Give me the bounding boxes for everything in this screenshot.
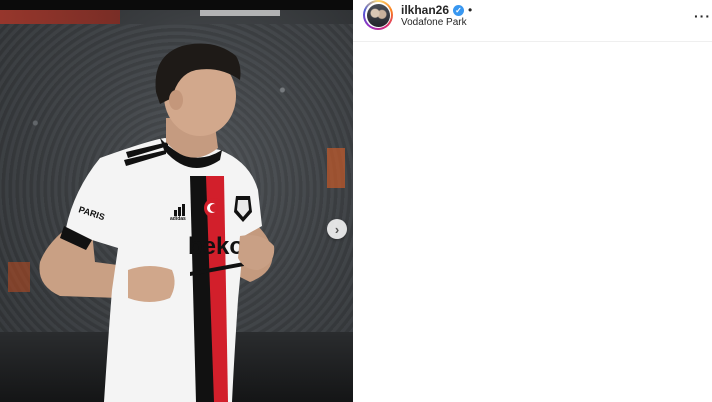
post-media: beko adidas PARIS › xyxy=(0,0,353,402)
more-options-icon[interactable]: ··· xyxy=(694,8,711,24)
player-photo: beko adidas PARIS xyxy=(39,43,275,402)
avatar xyxy=(366,3,390,27)
separator-dot: • xyxy=(468,3,473,17)
avatar-frame xyxy=(365,2,391,28)
username-row: ilkhan26 ✓ • xyxy=(401,3,472,17)
next-photo-button[interactable]: › xyxy=(327,219,347,239)
player-hand-left xyxy=(128,266,175,302)
location-link[interactable]: Vodafone Park xyxy=(401,17,467,28)
verified-badge-icon: ✓ xyxy=(453,4,465,16)
jersey-brand: adidas xyxy=(170,216,186,222)
post-info-panel: ilkhan26 ✓ • Vodafone Park ··· xyxy=(353,0,712,402)
post-header: ilkhan26 ✓ • Vodafone Park ··· xyxy=(353,0,712,42)
chevron-right-icon: › xyxy=(334,221,340,237)
story-ring[interactable] xyxy=(363,0,393,30)
username-link[interactable]: ilkhan26 xyxy=(401,3,449,17)
jersey-sponsor: beko xyxy=(188,233,244,260)
